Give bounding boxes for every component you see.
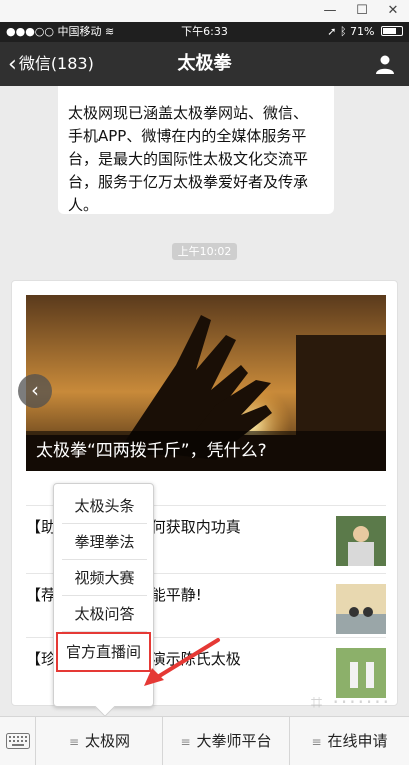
person-icon[interactable] xyxy=(375,54,395,74)
message-bubble: 太极网现已涵盖太极拳网站、微信、手机APP、微博在内的全媒体服务平台，是最大的国… xyxy=(58,86,334,214)
timestamp-badge: 上午10:02 xyxy=(0,240,409,260)
hero-image[interactable]: 太极拳“四两拨千斤”，凭什么? xyxy=(26,295,386,471)
timestamp-text: 上午10:02 xyxy=(171,243,238,260)
message-text: 太极网现已涵盖太极拳网站、微信、手机APP、微博在内的全媒体服务平台，是最大的国… xyxy=(68,104,309,214)
bottom-menu-bar: ≡ 太极网 ≡ 大拳师平台 ≡ 在线申请 xyxy=(0,716,409,765)
window-titlebar: — ☐ ✕ xyxy=(0,0,409,22)
chevron-left-icon: ‹ xyxy=(31,378,39,402)
keyboard-icon xyxy=(6,733,30,749)
prev-slide-button[interactable]: ‹ xyxy=(18,374,52,408)
submenu-item[interactable]: 视频大赛 xyxy=(62,560,147,596)
status-right: ➚ ᛒ 71% xyxy=(327,22,403,42)
article-thumbnail xyxy=(336,584,386,634)
menu-item[interactable]: ≡ 大拳师平台 xyxy=(163,717,290,765)
maximize-button[interactable]: ☐ xyxy=(348,1,376,21)
menu-item[interactable]: ≡ 在线申请 xyxy=(290,717,409,765)
location-icon: ➚ xyxy=(327,25,337,38)
submenu-item[interactable]: 太极问答 xyxy=(62,596,147,632)
phone-status-bar: ●●●○○ 中国移动 ≋ 下午6:33 ➚ ᛒ 71% xyxy=(0,22,409,42)
submenu-item[interactable]: 太极头条 xyxy=(62,488,147,524)
submenu-item[interactable]: 拳理拳法 xyxy=(62,524,147,560)
keyboard-toggle-button[interactable] xyxy=(0,717,36,765)
chat-navbar: ‹ 微信(183) 太极拳 xyxy=(0,42,409,86)
chat-title: 太极拳 xyxy=(177,53,232,74)
battery-percent: 71% xyxy=(350,25,375,38)
menu-lines-icon: ≡ xyxy=(68,735,80,749)
menu-lines-icon: ≡ xyxy=(180,735,191,749)
close-button[interactable]: ✕ xyxy=(379,1,407,21)
menu-lines-icon: ≡ xyxy=(311,735,322,749)
submenu-item-live[interactable]: 官方直播间 xyxy=(56,632,151,672)
menu-label: 太极网 xyxy=(85,732,131,750)
submenu-popup: 太极头条 拳理拳法 视频大赛 太极问答 官方直播间 xyxy=(53,483,154,717)
watermark: ⌗ ······· xyxy=(310,690,391,714)
article-thumbnail xyxy=(336,516,386,566)
annotation-arrow xyxy=(144,638,220,686)
bluetooth-icon: ᛒ xyxy=(339,25,347,38)
menu-item[interactable]: ≡ 太极网 xyxy=(37,717,163,765)
menu-label: 大拳师平台 xyxy=(196,732,272,750)
menu-label: 在线申请 xyxy=(327,732,388,750)
popup-tail xyxy=(95,697,115,717)
minimize-button[interactable]: — xyxy=(316,1,344,21)
battery-icon xyxy=(381,26,403,36)
hero-caption: 太极拳“四两拨千斤”，凭什么? xyxy=(26,431,386,471)
